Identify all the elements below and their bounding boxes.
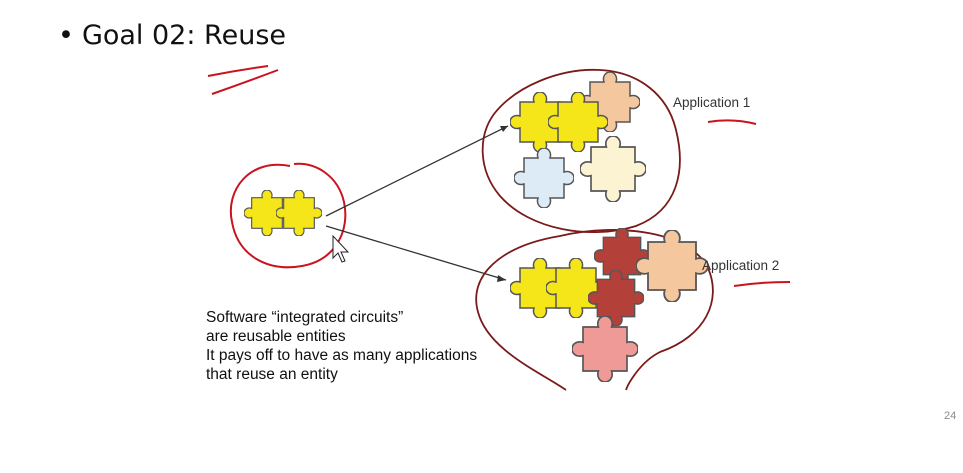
caption-line-3: It pays off to have as many applications — [206, 347, 478, 364]
app2-underline — [733, 281, 791, 287]
app2-label: Application 2 — [702, 258, 779, 273]
caption-line-2: are reusable entities — [206, 328, 346, 345]
arrow-to-app1 — [325, 125, 509, 217]
caption-line-1: Software “integrated circuits” — [206, 309, 404, 326]
reuse-diagram: Application 1 Application 2 — [207, 65, 791, 391]
caption-line-4: that reuse an entity — [206, 366, 338, 383]
title-scribble — [207, 65, 269, 77]
cursor-icon — [332, 234, 350, 263]
figure-caption: Software “integrated circuits” are reusa… — [206, 308, 477, 384]
slide-number: 24 — [944, 410, 957, 422]
reuse-arrows — [325, 125, 509, 282]
application-1-cluster — [481, 69, 681, 234]
app1-underline — [707, 119, 757, 125]
arrow-to-app2 — [325, 225, 507, 281]
application-2-cluster — [475, 228, 714, 391]
app1-label: Application 1 — [673, 95, 750, 110]
